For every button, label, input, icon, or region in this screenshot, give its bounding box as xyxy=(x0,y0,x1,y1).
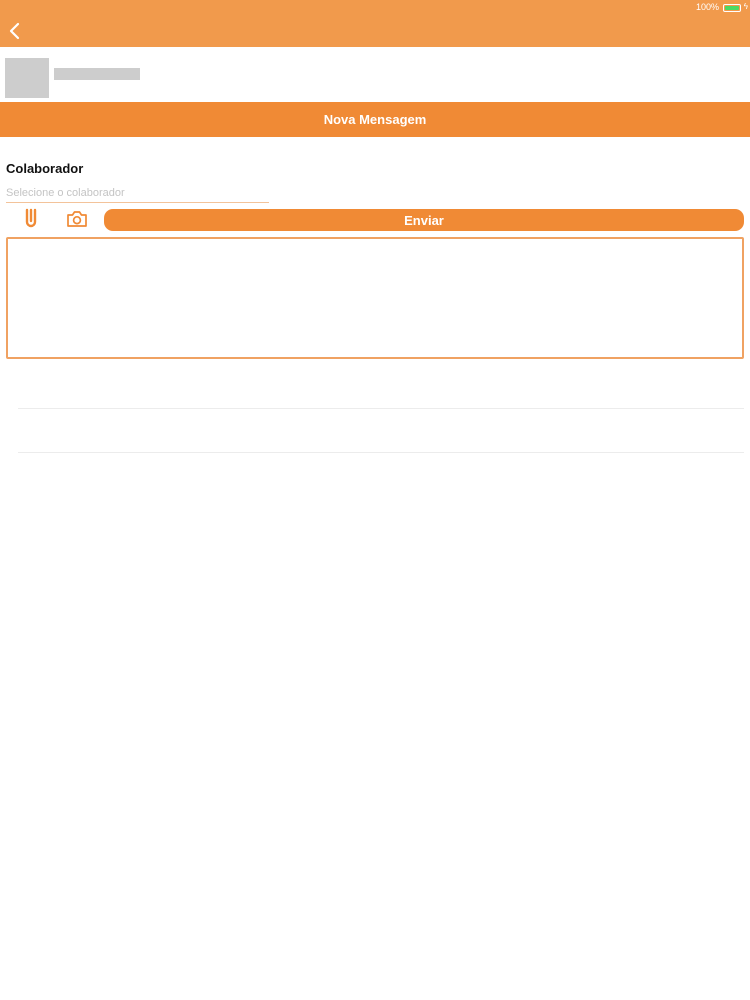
page-title: Nova Mensagem xyxy=(323,112,427,127)
charging-icon: ϟ xyxy=(743,2,748,11)
send-button[interactable]: Enviar xyxy=(104,209,744,231)
collaborator-input[interactable] xyxy=(6,183,269,203)
status-bar: 100% ϟ xyxy=(0,0,750,16)
title-bar: Nova Mensagem xyxy=(0,102,750,137)
message-textarea[interactable] xyxy=(6,237,744,359)
profile-header xyxy=(0,47,750,102)
chevron-left-icon[interactable] xyxy=(6,20,24,42)
divider xyxy=(18,408,744,409)
avatar xyxy=(5,58,49,98)
battery-percentage: 100% xyxy=(695,2,719,12)
battery-fill xyxy=(725,6,739,10)
camera-icon[interactable] xyxy=(65,209,89,229)
collaborator-label: Colaborador xyxy=(6,161,84,176)
divider xyxy=(18,452,744,453)
profile-name-placeholder xyxy=(54,68,140,80)
paperclip-icon[interactable] xyxy=(20,207,42,231)
navigation-bar xyxy=(0,16,750,47)
battery-icon xyxy=(723,4,741,12)
